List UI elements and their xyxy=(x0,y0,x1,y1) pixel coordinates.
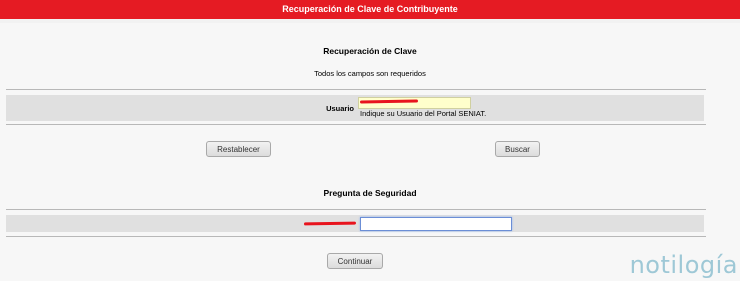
required-fields-note: Todos los campos son requeridos xyxy=(314,69,426,78)
user-row: Usuario xyxy=(6,95,704,121)
header-divider xyxy=(0,19,740,23)
security-answer-input[interactable] xyxy=(360,217,512,231)
divider xyxy=(6,209,706,210)
divider xyxy=(6,236,706,237)
divider xyxy=(6,89,706,90)
page-header: Recuperación de Clave de Contribuyente xyxy=(0,0,740,19)
divider xyxy=(6,124,706,125)
user-hint: Indique su Usuario del Portal SENIAT. xyxy=(360,109,487,118)
continue-button[interactable]: Continuar xyxy=(327,253,383,269)
watermark-logo: notilogía xyxy=(629,251,738,279)
reset-button[interactable]: Restablecer xyxy=(206,141,271,157)
security-question-title: Pregunta de Seguridad xyxy=(323,188,417,198)
page-header-title: Recuperación de Clave de Contribuyente xyxy=(282,4,458,14)
recovery-title: Recuperación de Clave xyxy=(323,46,417,56)
search-button[interactable]: Buscar xyxy=(495,141,540,157)
user-label: Usuario xyxy=(326,104,354,113)
